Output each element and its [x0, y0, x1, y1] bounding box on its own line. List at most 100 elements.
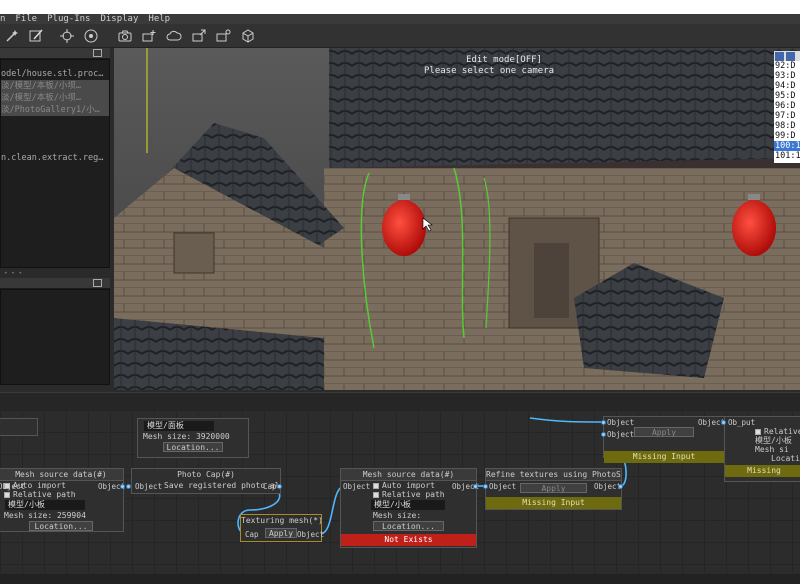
output-port[interactable]: [120, 484, 125, 489]
panel-splitter[interactable]: • • •: [0, 268, 110, 278]
tree-item[interactable]: [1, 128, 109, 140]
apply-button[interactable]: Apply: [634, 427, 694, 437]
port-in-label: Object: [489, 482, 517, 491]
pause-icon[interactable]: [775, 52, 784, 61]
camera-item[interactable]: 96:D: [774, 101, 800, 111]
node-status-warning: Missing: [725, 465, 800, 477]
relative-path-label: Relative path: [13, 490, 76, 499]
image-icon[interactable]: [786, 52, 795, 61]
3d-viewport[interactable]: Edit mode[OFF] Please select one camera …: [114, 48, 800, 390]
status-bar: [0, 574, 800, 584]
crosshair-icon[interactable]: [82, 27, 100, 45]
tree-item[interactable]: [1, 116, 109, 128]
mesh-size-label: Mesh si: [755, 445, 789, 454]
port-in-label: Object: [135, 482, 163, 491]
location-button[interactable]: Location...: [163, 442, 223, 452]
camera-rotate-icon[interactable]: [116, 27, 134, 45]
port-in-label: Cap: [245, 530, 259, 539]
input-port[interactable]: [483, 484, 488, 489]
cloud-icon[interactable]: [165, 27, 183, 45]
port-out-label: Object: [297, 530, 325, 539]
panel-header: [0, 48, 110, 59]
camera-export-icon[interactable]: [190, 27, 208, 45]
menu-item-display[interactable]: Display: [100, 14, 138, 24]
node-mesh-top[interactable]: 模型/面板 Mesh size: 3920000 Location...: [137, 418, 249, 458]
toolbar: [0, 24, 800, 48]
mesh-size-label: Mesh size: 259904: [4, 511, 86, 520]
apply-button[interactable]: Apply: [265, 528, 297, 538]
node-mesh-source-2[interactable]: Mesh source data(#) Auto import Relative…: [340, 468, 477, 548]
node-title: Texturing mesh(*): [241, 515, 321, 527]
camera-add-icon[interactable]: [140, 27, 158, 45]
output-port[interactable]: [618, 484, 623, 489]
cube-icon[interactable]: [239, 27, 257, 45]
tree-item[interactable]: 淡/PhotoGallery1/小…: [1, 104, 109, 116]
node-mesh-source-left[interactable]: Mesh source data(#) Auto import Relative…: [0, 468, 124, 532]
location-button[interactable]: Location...: [29, 521, 93, 531]
node-status-error: Not Exists: [341, 534, 476, 546]
camera-item[interactable]: 101:1: [774, 151, 800, 161]
properties-panel: [0, 289, 110, 385]
node-graph[interactable]: 模型/面板 Mesh size: 3920000 Location... Mes…: [0, 410, 800, 574]
tree-item[interactable]: n.clean.extract.reg…: [1, 152, 109, 164]
camera-list[interactable]: 92:D 93:D 94:D 95:D 96:D 97:D 98:D 99:D …: [774, 51, 800, 163]
mesh-path-field[interactable]: 模型/小板: [5, 500, 85, 510]
camera-list-tabs[interactable]: [774, 51, 800, 61]
mesh-size-label: Mesh size: 3920000: [143, 432, 230, 441]
camera-item-selected[interactable]: 100:1: [774, 141, 800, 151]
checkbox-icon[interactable]: [755, 428, 761, 435]
output-port[interactable]: [277, 484, 282, 489]
project-tree[interactable]: odel/house.stl.proc… 淡/模型/本板/小坝… 淡/模型/本板…: [0, 59, 110, 268]
textured-model: [114, 48, 800, 390]
tree-item[interactable]: 淡/模型/本板/小坝…: [1, 80, 109, 92]
input-port[interactable]: [601, 420, 606, 425]
camera-hint-label: Please select one camera: [424, 66, 555, 76]
edit-icon[interactable]: [27, 27, 45, 45]
camera-item[interactable]: 93:D: [774, 71, 800, 81]
wand-icon[interactable]: [3, 27, 21, 45]
checkbox-icon[interactable]: [4, 491, 10, 498]
node-title: Refine textures using PhotoShop(*): [486, 469, 621, 481]
float-panel-button[interactable]: [93, 49, 102, 57]
auto-import-label: Auto import: [382, 481, 435, 490]
tree-item[interactable]: odel/house.stl.proc…: [1, 68, 109, 80]
port-out-label: Ob_put: [728, 418, 756, 427]
relative-path-checkbox[interactable]: Relative pa: [725, 427, 800, 436]
relative-path-checkbox[interactable]: Relative path: [0, 490, 123, 499]
target-icon[interactable]: [58, 27, 76, 45]
checkbox-icon[interactable]: [373, 491, 379, 498]
menu-item-plugins[interactable]: Plug-Ins: [47, 14, 90, 24]
title-area: [0, 0, 800, 14]
node-status-warning: Missing Input: [486, 497, 621, 509]
location-button[interactable]: Locati: [725, 454, 800, 463]
tree-item[interactable]: [1, 140, 109, 152]
output-port[interactable]: [473, 484, 478, 489]
panel-header: [0, 278, 110, 289]
camera-item[interactable]: 92:D: [774, 61, 800, 71]
mesh-path-field[interactable]: 模型/小板: [371, 500, 445, 510]
mesh-path-field[interactable]: 模型/面板: [144, 421, 214, 431]
horizontal-splitter[interactable]: [0, 392, 800, 410]
input-port[interactable]: [721, 420, 726, 425]
tree-item[interactable]: 淡/模型/本板/小坝…: [1, 92, 109, 104]
input-port[interactable]: [601, 432, 606, 437]
camera-item[interactable]: 99:D: [774, 131, 800, 141]
menu-item-n[interactable]: n: [0, 14, 5, 24]
menu-item-help[interactable]: Help: [148, 14, 170, 24]
port-in-label: Object: [607, 430, 635, 439]
camera-item[interactable]: 95:D: [774, 91, 800, 101]
input-port[interactable]: [126, 484, 131, 489]
camera-share-icon[interactable]: [214, 27, 232, 45]
node-offscreen[interactable]: [0, 418, 38, 436]
node-title: Mesh source data(#): [0, 469, 123, 481]
apply-button[interactable]: Apply: [520, 483, 587, 493]
camera-item[interactable]: 98:D: [774, 121, 800, 131]
menu-item-file[interactable]: File: [15, 14, 37, 24]
mesh-path-field[interactable]: 模型/小板: [725, 436, 800, 445]
float-panel-button[interactable]: [93, 279, 102, 287]
relative-path-checkbox[interactable]: Relative path: [341, 490, 476, 499]
camera-item[interactable]: 94:D: [774, 81, 800, 91]
checkbox-icon[interactable]: [373, 482, 379, 489]
location-button[interactable]: Location...: [373, 521, 444, 531]
camera-item[interactable]: 97:D: [774, 111, 800, 121]
